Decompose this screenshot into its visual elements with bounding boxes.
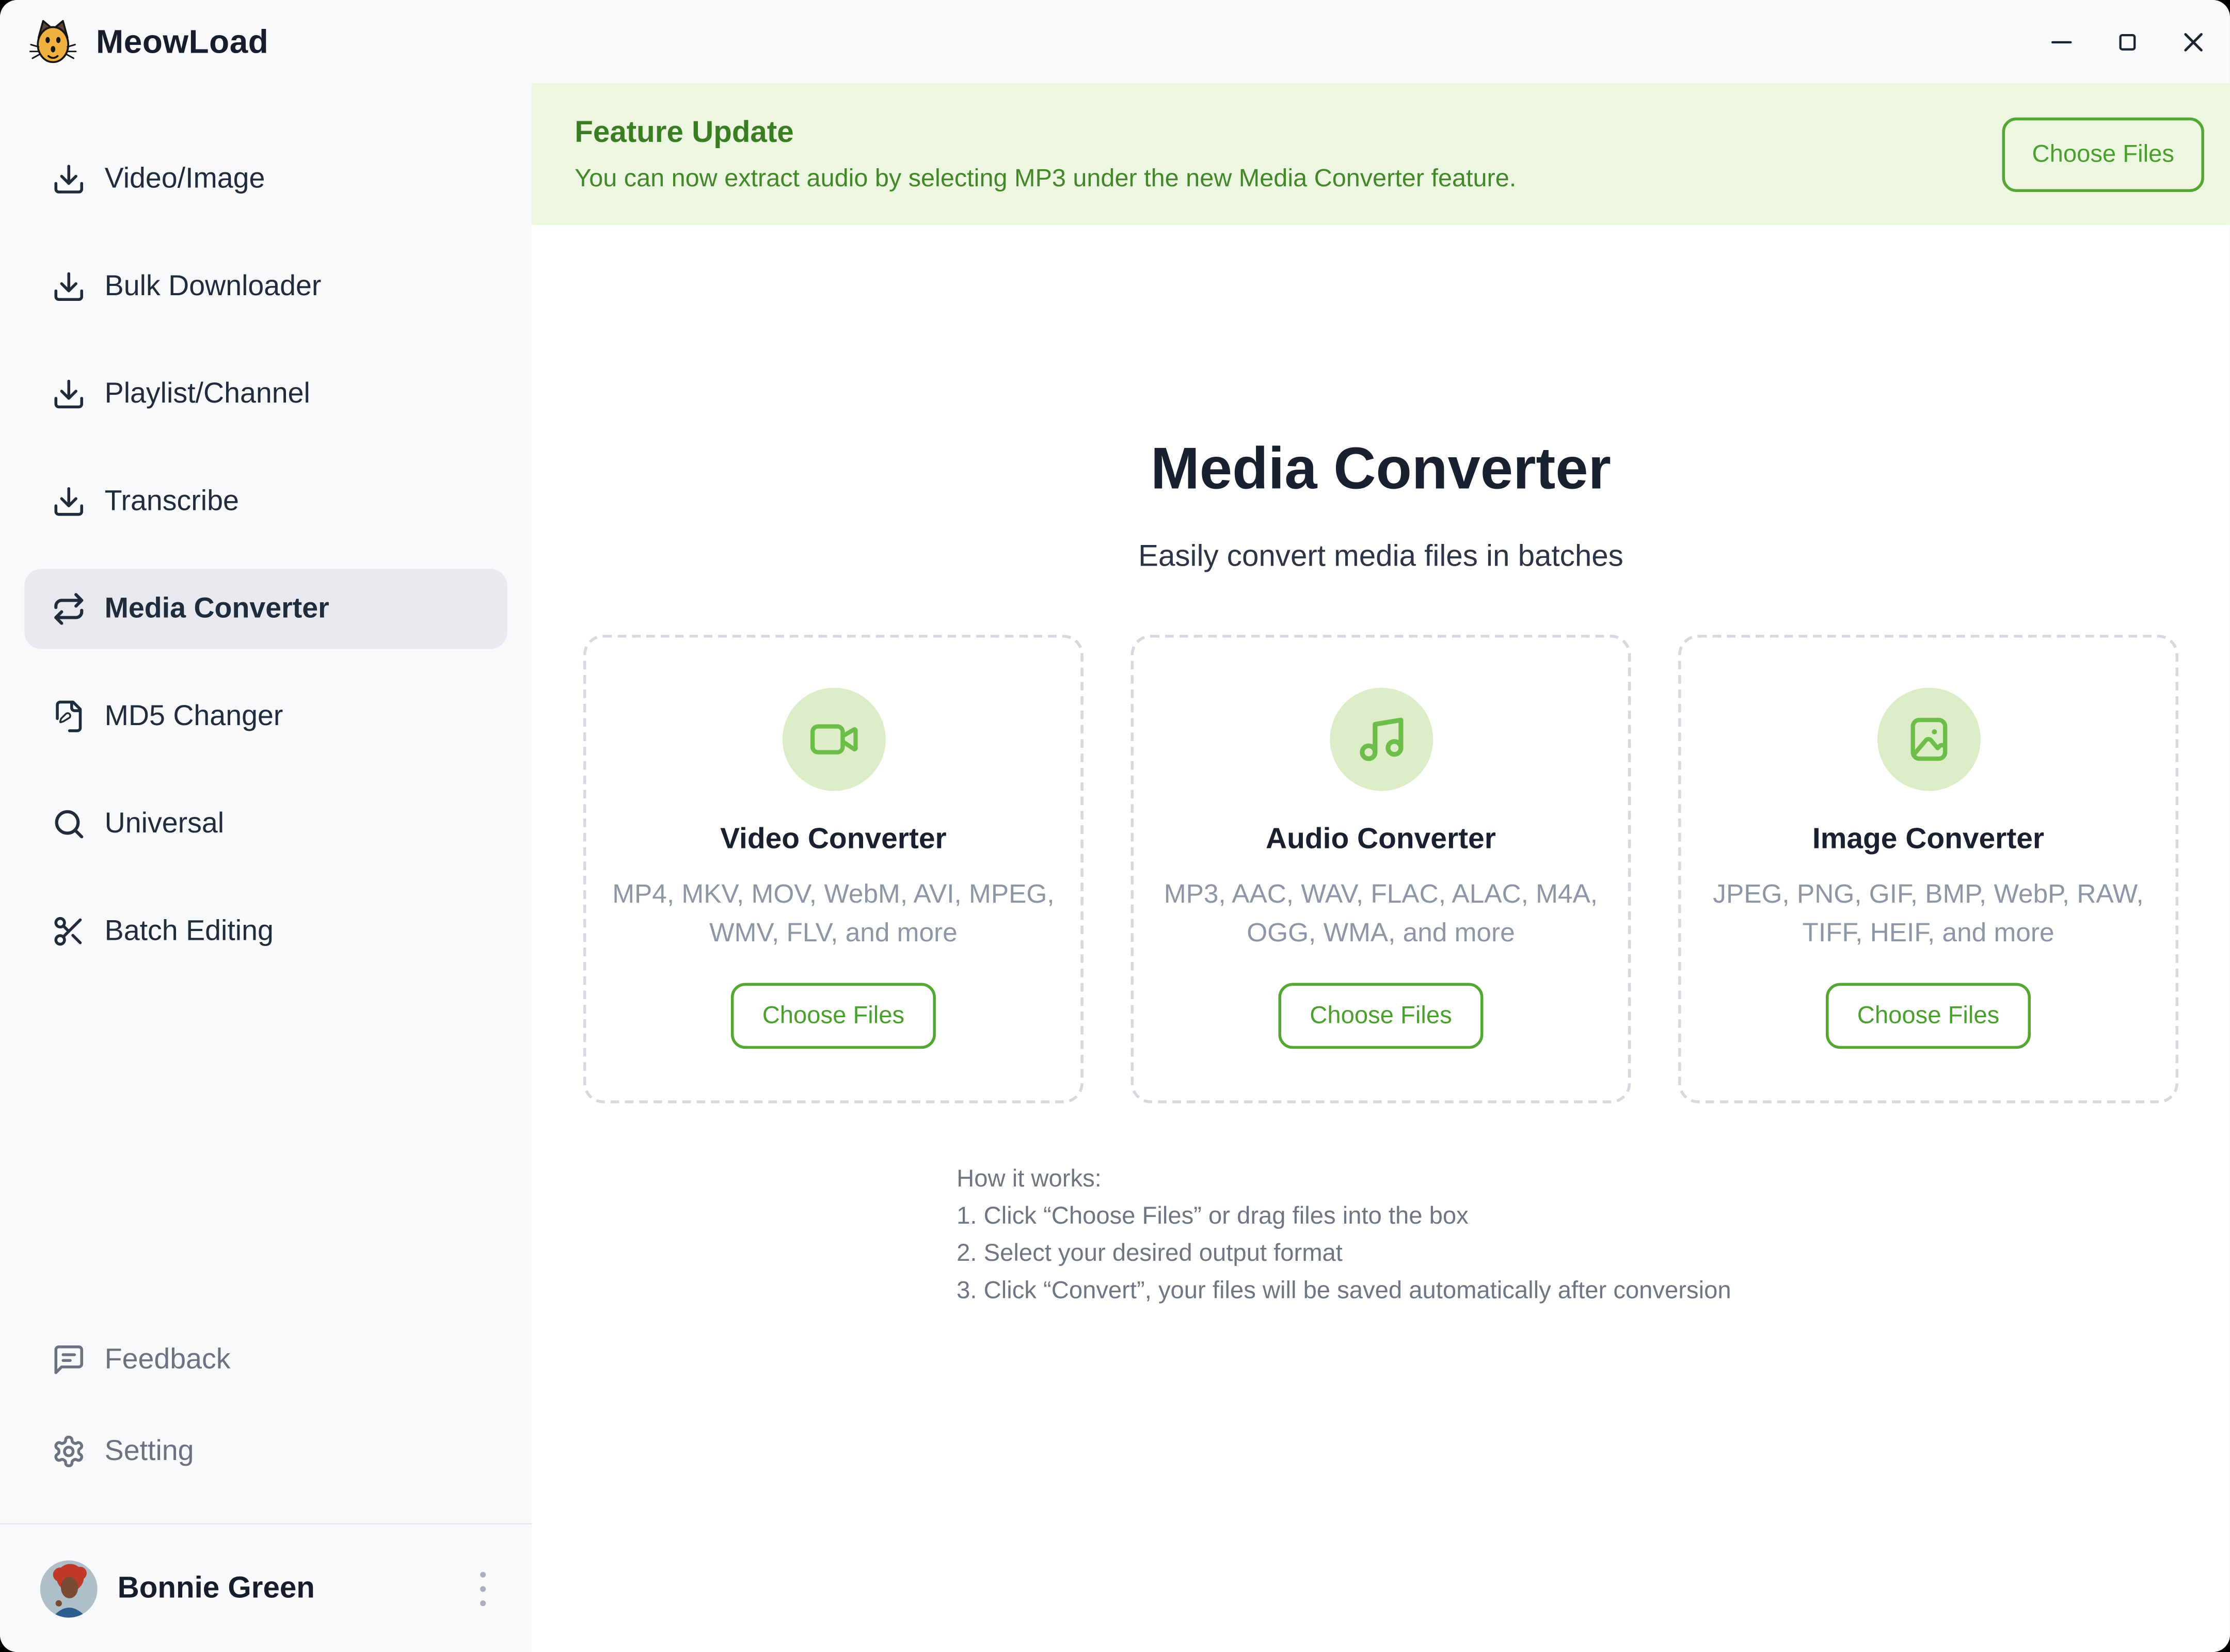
- converter-cards: Video Converter MP4, MKV, MOV, WebM, AVI…: [532, 635, 2230, 1103]
- sidebar-item-label: Transcribe: [105, 485, 239, 518]
- feature-update-banner: Feature Update You can now extract audio…: [532, 83, 2230, 225]
- audio-converter-card: Audio Converter MP3, AAC, WAV, FLAC, ALA…: [1131, 635, 1631, 1103]
- sidebar-item-label: Feedback: [105, 1343, 231, 1376]
- maximize-button[interactable]: [2112, 27, 2141, 56]
- sidebar-item-universal[interactable]: Universal: [24, 784, 507, 864]
- chat-bubble-icon: [52, 1342, 86, 1377]
- sidebar-item-label: MD5 Changer: [105, 700, 283, 733]
- sidebar-item-label: Universal: [105, 807, 224, 840]
- sidebar-item-md5-changer[interactable]: MD5 Changer: [24, 676, 507, 756]
- how-it-works-step: 2. Select your desired output format: [957, 1235, 1817, 1272]
- sidebar-item-label: Video/Image: [105, 163, 265, 196]
- sidebar-item-batch-editing[interactable]: Batch Editing: [24, 891, 507, 971]
- music-note-icon: [1329, 688, 1432, 791]
- sidebar-item-video-image[interactable]: Video/Image: [24, 139, 507, 219]
- gear-icon: [52, 1434, 86, 1469]
- download-icon: [52, 162, 86, 197]
- main-content: Feature Update You can now extract audio…: [532, 83, 2230, 1652]
- image-converter-card: Image Converter JPEG, PNG, GIF, BMP, Web…: [1678, 635, 2178, 1103]
- banner-message: You can now extract audio by selecting M…: [575, 163, 1516, 193]
- card-formats: MP4, MKV, MOV, WebM, AVI, MPEG, WMV, FLV…: [610, 875, 1057, 951]
- app-title: MeowLoad: [96, 22, 268, 61]
- meowload-logo-icon: [29, 17, 77, 66]
- avatar: [40, 1560, 98, 1617]
- sidebar-item-label: Playlist/Channel: [105, 378, 310, 411]
- sidebar-footer-nav: Feedback Setting: [0, 1320, 532, 1491]
- download-icon: [52, 269, 86, 304]
- card-title: Video Converter: [720, 823, 947, 857]
- repeat-icon: [52, 592, 86, 627]
- sidebar-item-label: Batch Editing: [105, 915, 274, 948]
- sidebar-item-playlist-channel[interactable]: Playlist/Channel: [24, 354, 507, 434]
- card-title: Audio Converter: [1266, 823, 1496, 857]
- converter-page: Media Converter Easily convert media fil…: [532, 225, 2230, 1652]
- search-icon: [52, 807, 86, 841]
- sidebar-item-feedback[interactable]: Feedback: [24, 1320, 507, 1400]
- file-pen-icon: [52, 699, 86, 734]
- sidebar: Video/Image Bulk Downloader Playlist/Cha…: [0, 83, 532, 1652]
- card-formats: MP3, AAC, WAV, FLAC, ALAC, M4A, OGG, WMA…: [1157, 875, 1604, 951]
- page-title: Media Converter: [532, 436, 2230, 503]
- download-icon: [52, 377, 86, 411]
- how-it-works: How it works: 1. Click “Choose Files” or…: [945, 1161, 1817, 1310]
- banner-choose-files-button[interactable]: Choose Files: [2002, 117, 2204, 191]
- titlebar: MeowLoad: [0, 0, 2230, 83]
- sidebar-item-label: Media Converter: [105, 592, 329, 625]
- banner-text: Feature Update You can now extract audio…: [575, 115, 1516, 193]
- image-choose-files-button[interactable]: Choose Files: [1826, 983, 2031, 1049]
- audio-choose-files-button[interactable]: Choose Files: [1278, 983, 1483, 1049]
- banner-title: Feature Update: [575, 115, 1516, 150]
- image-icon: [1877, 688, 1980, 791]
- sidebar-item-label: Bulk Downloader: [105, 270, 322, 303]
- card-title: Image Converter: [1812, 823, 2044, 857]
- window-controls: [2047, 27, 2230, 56]
- scissors-icon: [52, 914, 86, 949]
- page-subtitle: Easily convert media files in batches: [532, 540, 2230, 575]
- video-converter-card: Video Converter MP4, MKV, MOV, WebM, AVI…: [583, 635, 1084, 1103]
- download-icon: [52, 484, 86, 519]
- sidebar-item-label: Setting: [105, 1435, 194, 1468]
- how-it-works-heading: How it works:: [957, 1161, 1817, 1198]
- how-it-works-step: 1. Click “Choose Files” or drag files in…: [957, 1198, 1817, 1235]
- sidebar-item-bulk-downloader[interactable]: Bulk Downloader: [24, 247, 507, 327]
- app-window: MeowLoad: [0, 0, 2230, 1652]
- sidebar-nav: Video/Image Bulk Downloader Playlist/Cha…: [0, 83, 532, 971]
- video-choose-files-button[interactable]: Choose Files: [731, 983, 936, 1049]
- kebab-menu-icon[interactable]: [474, 1565, 491, 1611]
- card-formats: JPEG, PNG, GIF, BMP, WebP, RAW, TIFF, HE…: [1705, 875, 2152, 951]
- sidebar-item-transcribe[interactable]: Transcribe: [24, 461, 507, 541]
- close-button[interactable]: [2178, 27, 2207, 56]
- minimize-button[interactable]: [2047, 27, 2076, 56]
- video-camera-icon: [782, 688, 885, 791]
- sidebar-item-setting[interactable]: Setting: [24, 1412, 507, 1491]
- sidebar-item-media-converter[interactable]: Media Converter: [24, 569, 507, 649]
- sidebar-spacer: [0, 971, 532, 1320]
- profile-name: Bonnie Green: [118, 1571, 315, 1606]
- profile-row[interactable]: Bonnie Green: [0, 1525, 532, 1652]
- how-it-works-step: 3. Click “Convert”, your files will be s…: [957, 1272, 1817, 1309]
